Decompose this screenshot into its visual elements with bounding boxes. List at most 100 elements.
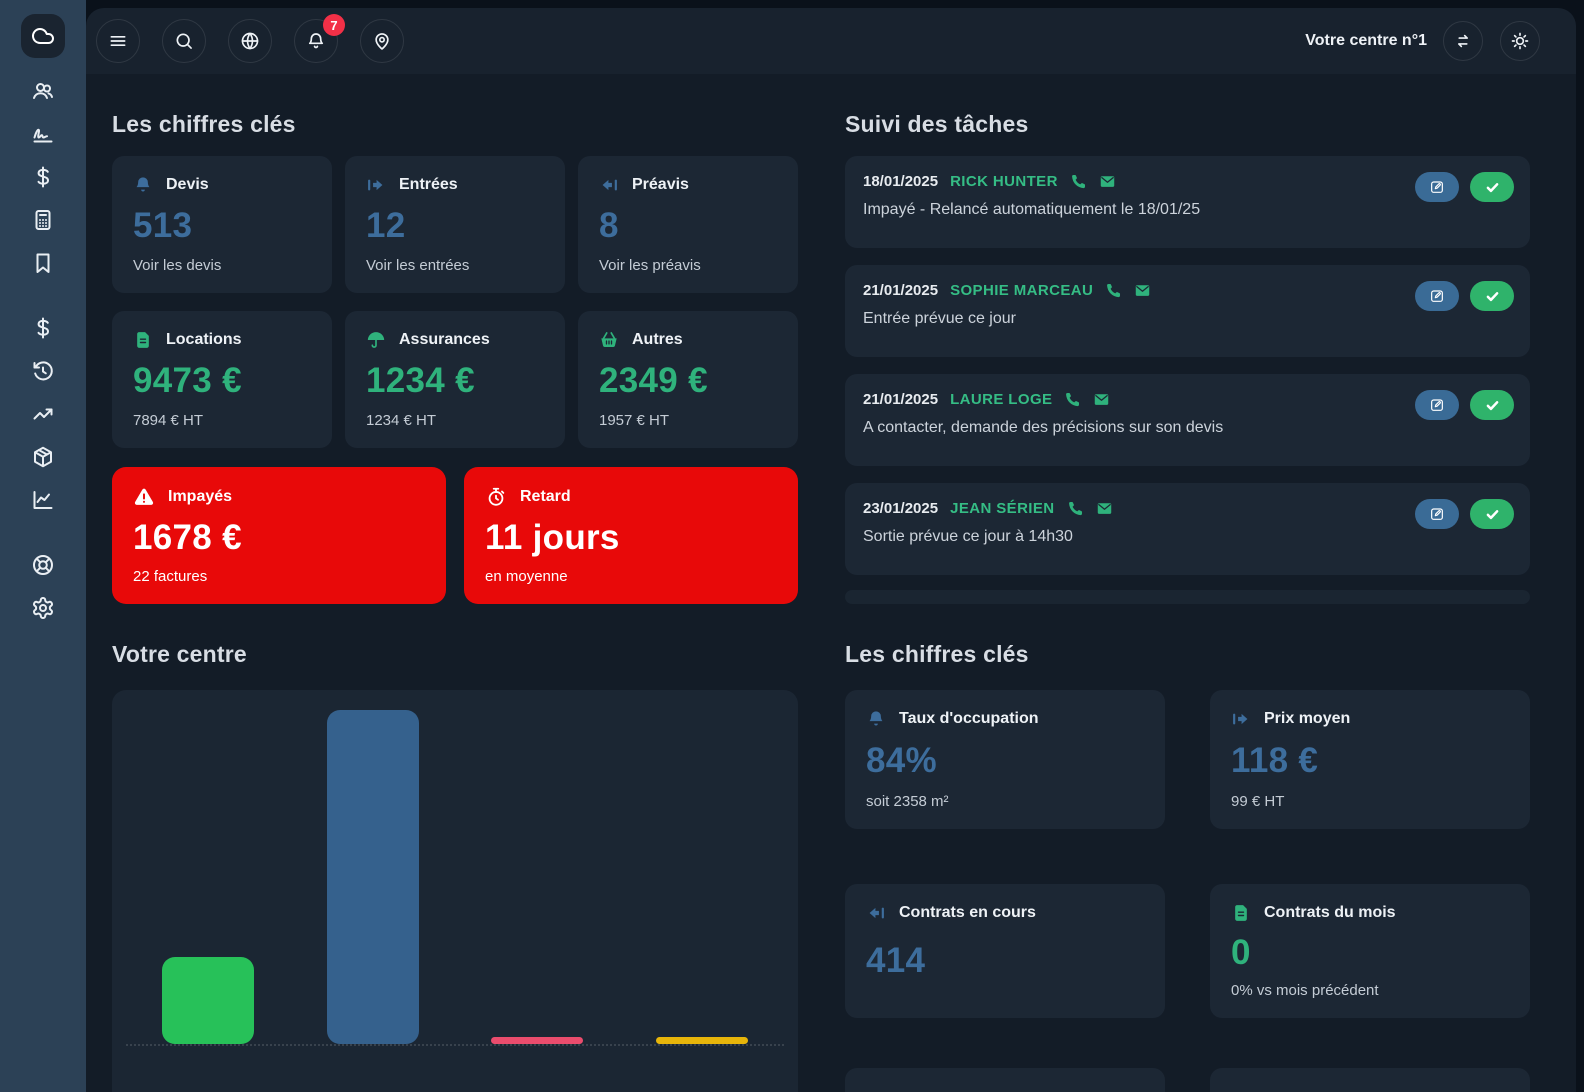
sidebar-item[interactable] <box>23 71 63 111</box>
key-figures-2-row-2: Contrats en cours 414 Contrats du mois 0… <box>845 884 1530 1018</box>
edit-task-button[interactable] <box>1415 172 1459 202</box>
sidebar-item[interactable] <box>23 394 63 434</box>
phone-solid-icon[interactable] <box>1070 173 1087 190</box>
users-icon <box>31 79 55 103</box>
sidebar-item[interactable] <box>23 545 63 585</box>
topbar-right: Votre centre n°1 <box>1305 21 1540 61</box>
stat-card[interactable]: Préavis 8 Voir les préavis <box>578 156 798 293</box>
task-date: 21/01/2025 <box>863 391 938 408</box>
occupancy-bar-chart <box>112 690 798 1092</box>
check-icon <box>1484 397 1501 414</box>
task-contact-name: JEAN SÉRIEN <box>950 500 1054 517</box>
stat-card: Contrats en cours 414 <box>845 884 1165 1018</box>
pen-square-icon <box>1429 179 1445 195</box>
card-peek <box>1210 1068 1530 1092</box>
dollar-icon <box>31 165 55 189</box>
pen-square-icon <box>1429 288 1445 304</box>
stat-link[interactable]: Voir les devis <box>133 257 311 274</box>
stat-value: 513 <box>133 208 311 244</box>
next-cards-peek <box>845 1068 1530 1092</box>
sidebar-item[interactable] <box>23 351 63 391</box>
sidebar-item[interactable] <box>23 243 63 283</box>
signature-icon <box>31 122 55 146</box>
topbar-button[interactable] <box>162 19 206 63</box>
topbar-button[interactable]: 7 <box>294 19 338 63</box>
left-column: Les chiffres clés Devis 513 Voir les dev… <box>112 74 798 1092</box>
alert-card: Impayés 1678 € 22 factures <box>112 467 446 604</box>
chart-plot-area <box>126 690 784 1046</box>
complete-task-button[interactable] <box>1470 390 1514 420</box>
mail-solid-icon[interactable] <box>1096 500 1113 517</box>
stat-link[interactable]: Voir les préavis <box>599 257 777 274</box>
chart-bar <box>656 1037 748 1044</box>
chart-bars <box>126 690 784 1044</box>
check-icon <box>1484 506 1501 523</box>
history-icon <box>31 359 55 383</box>
stat-card: Contrats du mois 0 0% vs mois précédent <box>1210 884 1530 1018</box>
phone-solid-icon[interactable] <box>1105 282 1122 299</box>
stat-link[interactable]: Voir les entrées <box>366 257 544 274</box>
topbar-action-button[interactable] <box>1443 21 1483 61</box>
phone-solid-icon[interactable] <box>1064 391 1081 408</box>
task-date: 18/01/2025 <box>863 173 938 190</box>
dollar-icon <box>31 316 55 340</box>
key-figures-row-1: Devis 513 Voir les devis Entrées 12 Voir… <box>112 156 798 293</box>
sidebar-item[interactable] <box>23 588 63 628</box>
card-peek <box>845 1068 1165 1092</box>
bookmark-icon <box>31 251 55 275</box>
timer-icon <box>485 486 507 508</box>
stat-value: 0 <box>1231 935 1509 971</box>
stat-label: Taux d'occupation <box>899 710 1039 728</box>
edit-task-button[interactable] <box>1415 390 1459 420</box>
edit-task-button[interactable] <box>1415 281 1459 311</box>
sidebar-item[interactable] <box>23 114 63 154</box>
complete-task-button[interactable] <box>1470 499 1514 529</box>
sidebar-item[interactable] <box>23 308 63 348</box>
complete-task-button[interactable] <box>1470 172 1514 202</box>
menu-icon <box>108 31 128 51</box>
sidebar-item[interactable] <box>23 157 63 197</box>
stat-card[interactable]: Devis 513 Voir les devis <box>112 156 332 293</box>
pen-square-icon <box>1429 397 1445 413</box>
topbar-button[interactable] <box>360 19 404 63</box>
check-icon <box>1484 179 1501 196</box>
center-chart-title: Votre centre <box>112 640 798 668</box>
chart-bar <box>162 957 254 1044</box>
stat-label: Préavis <box>632 176 689 194</box>
sidebar-group-1 <box>23 71 63 283</box>
sun-icon <box>1510 31 1530 51</box>
stat-sub: 0% vs mois précédent <box>1231 982 1509 999</box>
topbar-right-buttons <box>1443 21 1540 61</box>
mail-solid-icon[interactable] <box>1134 282 1151 299</box>
alert-sub: en moyenne <box>485 568 777 585</box>
notification-badge: 7 <box>323 14 345 36</box>
sidebar-item[interactable] <box>23 480 63 520</box>
topbar-button[interactable] <box>228 19 272 63</box>
phone-solid-icon[interactable] <box>1067 500 1084 517</box>
next-task-peek <box>845 590 1530 604</box>
sidebar <box>0 0 86 1092</box>
sidebar-item[interactable] <box>23 200 63 240</box>
stat-card: Taux d'occupation 84% soit 2358 m² <box>845 690 1165 829</box>
stat-sub: soit 2358 m² <box>866 793 1144 810</box>
stat-label: Entrées <box>399 176 458 194</box>
stat-sub: 1234 € HT <box>366 412 544 429</box>
stat-card: Assurances 1234 € 1234 € HT <box>345 311 565 448</box>
task-card: 23/01/2025 JEAN SÉRIEN Sortie prévue ce … <box>845 483 1530 575</box>
life-buoy-icon <box>31 553 55 577</box>
topbar-button[interactable] <box>96 19 140 63</box>
tasks-title: Suivi des tâches <box>845 110 1530 138</box>
sidebar-item[interactable] <box>23 437 63 477</box>
complete-task-button[interactable] <box>1470 281 1514 311</box>
app-logo[interactable] <box>21 14 65 58</box>
topbar-action-button[interactable] <box>1500 21 1540 61</box>
stat-card[interactable]: Entrées 12 Voir les entrées <box>345 156 565 293</box>
stat-label: Prix moyen <box>1264 710 1350 728</box>
key-figures-row-2: Locations 9473 € 7894 € HT Assurances 12… <box>112 311 798 448</box>
alert-cards-row: Impayés 1678 € 22 factures Retard 11 jou… <box>112 467 798 604</box>
edit-task-button[interactable] <box>1415 499 1459 529</box>
mail-solid-icon[interactable] <box>1099 173 1116 190</box>
mail-solid-icon[interactable] <box>1093 391 1110 408</box>
task-description: Sortie prévue ce jour à 14h30 <box>863 528 1512 546</box>
package-icon <box>31 445 55 469</box>
